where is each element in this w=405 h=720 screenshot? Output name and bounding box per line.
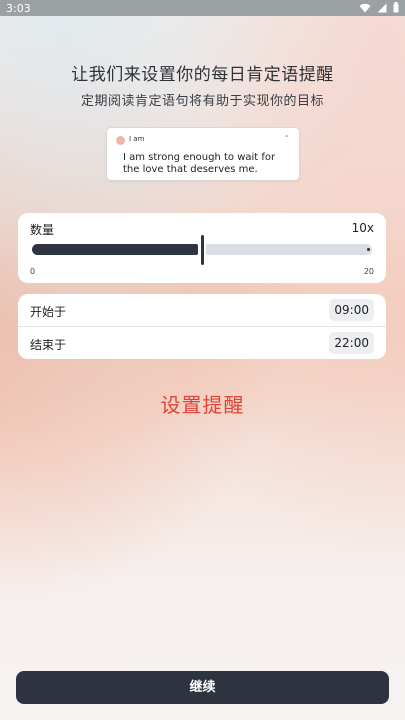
start-time-button[interactable]: 09:00: [329, 299, 374, 321]
page-subtitle: 定期阅读肯定语句将有助于实现你的目标: [80, 94, 324, 109]
wifi-icon: [359, 3, 371, 12]
slider-thumb[interactable]: [200, 235, 204, 265]
slider-track-inactive[interactable]: [206, 244, 372, 255]
notification-message: I am strong enough to wait for the love …: [123, 152, 276, 175]
start-time-label: 开始于: [30, 305, 67, 319]
count-value: 10x: [351, 221, 374, 235]
notification-app-name: I am: [129, 135, 145, 143]
end-time-button[interactable]: 22:00: [329, 332, 374, 354]
continue-button[interactable]: 继续: [16, 671, 389, 704]
chevron-up-icon: ⌃: [283, 134, 290, 143]
notification-preview: I am ⌃ I am strong enough to wait for th…: [106, 127, 300, 181]
slider-end-dot: [367, 248, 370, 251]
count-label: 数量: [30, 223, 55, 237]
slider-max-label: 20: [363, 267, 374, 276]
slider-min-label: 0: [30, 267, 36, 276]
count-card: 数量 10x 0 20: [18, 213, 386, 283]
end-time-label: 结束于: [30, 338, 67, 352]
schedule-card: 开始于 09:00 结束于 22:00: [18, 294, 386, 359]
start-time-row[interactable]: 开始于 09:00: [18, 294, 386, 326]
status-time: 3:03: [6, 2, 31, 15]
end-time-row[interactable]: 结束于 22:00: [18, 327, 386, 359]
battery-icon: [393, 2, 399, 13]
signal-icon: [377, 3, 387, 12]
slider-track-active[interactable]: [32, 244, 198, 255]
status-bar: 3:03: [0, 0, 405, 16]
app-icon: [116, 136, 125, 145]
set-reminder-button[interactable]: 设置提醒: [0, 389, 405, 418]
status-icons: [359, 2, 399, 13]
page-title: 让我们来设置你的每日肯定语提醒: [71, 65, 334, 85]
